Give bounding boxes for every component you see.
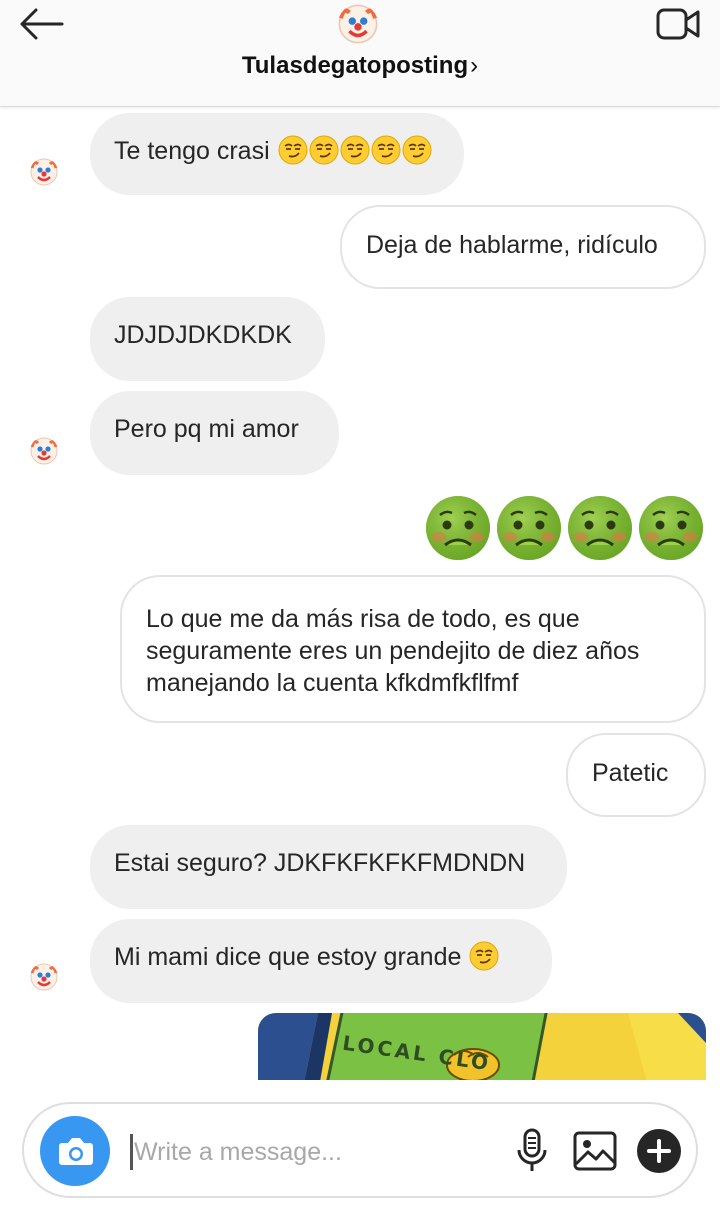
message-text: JDJDJDKDKDK bbox=[114, 321, 292, 349]
nauseated-face-emoji-icon bbox=[425, 495, 491, 561]
message-list[interactable]: Te tengo crasi Deja de hablarme, ridícul… bbox=[0, 107, 720, 1080]
message-composer bbox=[22, 1102, 698, 1198]
message-bubble-incoming[interactable]: JDJDJDKDKDK bbox=[90, 297, 325, 381]
clown-avatar-icon[interactable] bbox=[30, 963, 58, 991]
contact-name: Tulasdegatoposting bbox=[241, 52, 469, 79]
arrow-left-icon[interactable] bbox=[18, 6, 66, 42]
nauseated-face-emoji-icon bbox=[496, 495, 562, 561]
camera-button[interactable] bbox=[40, 1116, 110, 1186]
chevron-right-icon: › bbox=[470, 52, 479, 79]
clown-avatar-icon bbox=[338, 4, 378, 44]
message-bubble-outgoing[interactable]: Deja de hablarme, ridículo bbox=[340, 205, 706, 289]
message-text: Te tengo crasi bbox=[114, 137, 270, 165]
header-avatar[interactable] bbox=[338, 4, 378, 44]
camera-icon bbox=[59, 1138, 93, 1165]
smirk-emoji-icon bbox=[309, 135, 339, 165]
message-text: Deja de hablarme, ridículo bbox=[366, 231, 658, 259]
conversation-title[interactable]: Tulasdegatoposting› bbox=[0, 52, 720, 80]
clown-avatar-icon[interactable] bbox=[30, 437, 58, 465]
smirk-emoji-icon bbox=[340, 135, 370, 165]
nauseated-face-emoji-icon bbox=[567, 495, 633, 561]
message-bubble-outgoing[interactable]: Lo que me da más risa de todo, es que se… bbox=[120, 575, 706, 723]
message-bubble-outgoing[interactable]: Patetic bbox=[566, 733, 706, 817]
message-text: Patetic bbox=[592, 759, 669, 787]
message-bubble-incoming[interactable]: Estai seguro? JDKFKFKFKFMDNDN bbox=[90, 825, 567, 909]
chat-header: Tulasdegatoposting› bbox=[0, 0, 720, 107]
message-text: Mi mami dice que estoy grande bbox=[114, 943, 462, 971]
microphone-icon[interactable] bbox=[512, 1128, 552, 1174]
smirk-emoji-icon bbox=[278, 135, 308, 165]
message-text: Lo que me da más risa de todo, es que se… bbox=[146, 605, 640, 697]
gallery-icon[interactable] bbox=[572, 1128, 618, 1174]
smirk-emoji-icon bbox=[371, 135, 401, 165]
message-text: Estai seguro? JDKFKFKFKFMDNDN bbox=[114, 849, 526, 877]
message-input[interactable] bbox=[128, 1134, 514, 1170]
nauseated-face-emoji-icon bbox=[638, 495, 704, 561]
video-camera-icon[interactable] bbox=[654, 6, 702, 42]
plus-icon[interactable] bbox=[636, 1128, 682, 1174]
message-bubble-incoming[interactable]: Mi mami dice que estoy grande bbox=[90, 919, 552, 1003]
cartoon-image[interactable]: LOCAL CLO bbox=[258, 1013, 706, 1080]
message-bubble-incoming[interactable]: Pero pq mi amor bbox=[90, 391, 339, 475]
message-bubble-incoming[interactable]: Te tengo crasi bbox=[90, 113, 464, 195]
message-text: Pero pq mi amor bbox=[114, 415, 299, 443]
smirk-emoji-icon bbox=[469, 941, 499, 971]
clown-avatar-icon[interactable] bbox=[30, 158, 58, 186]
smirk-emoji-icon bbox=[402, 135, 432, 165]
